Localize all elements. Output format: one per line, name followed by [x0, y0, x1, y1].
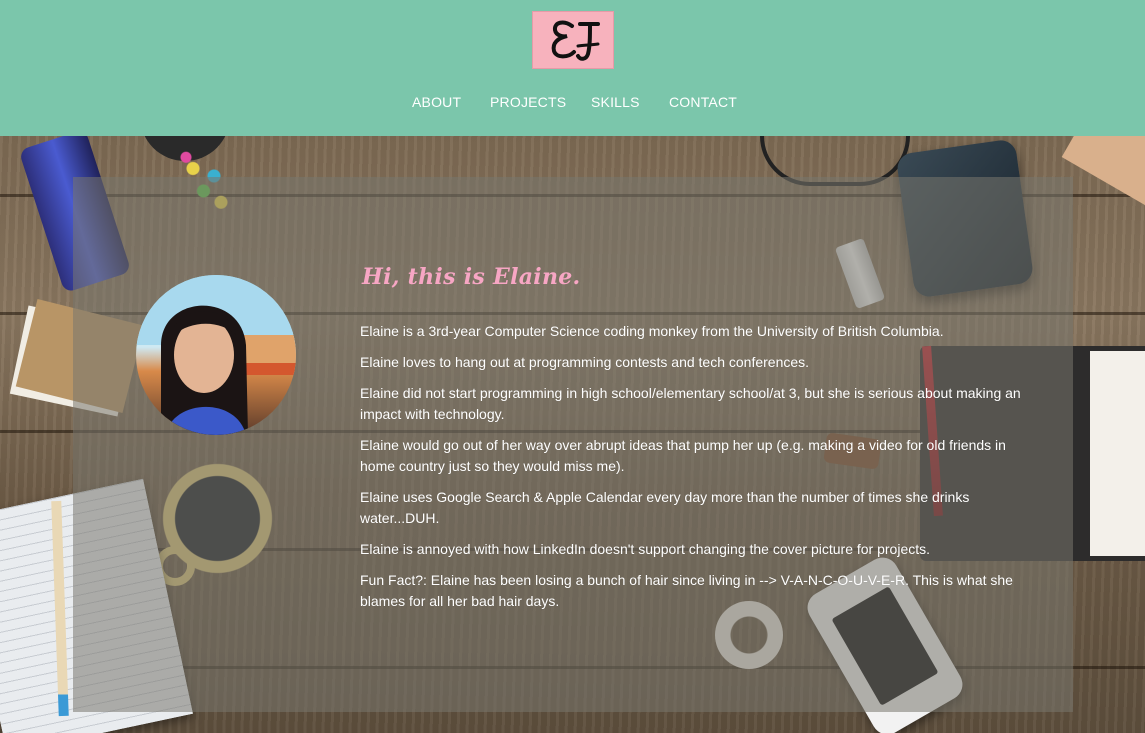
logo-icon [551, 20, 600, 61]
bio-paragraph: Elaine did not start programming in high… [360, 385, 1021, 422]
bio-paragraph: Elaine would go out of her way over abru… [360, 437, 1006, 474]
bio-paragraph: Elaine is a 3rd-year Computer Science co… [360, 323, 944, 339]
bio-paragraph: Elaine loves to hang out at programming … [360, 354, 810, 370]
profile-photo-illustration [136, 275, 296, 435]
main-nav: ABOUT PROJECTS SKILLS CONTACT [0, 94, 1145, 114]
bio-paragraph: Fun Fact?: Elaine has been losing a bunc… [360, 572, 1013, 609]
planner-page-image [1090, 351, 1145, 556]
bio-text: Elaine is a 3rd-year Computer Science co… [360, 321, 1040, 622]
nav-contact[interactable]: CONTACT [669, 94, 737, 110]
bio-paragraph: Elaine is annoyed with how LinkedIn does… [360, 541, 931, 557]
bio-paragraph: Elaine uses Google Search & Apple Calend… [360, 489, 970, 526]
nav-skills[interactable]: SKILLS [591, 94, 640, 110]
nav-projects[interactable]: PROJECTS [490, 94, 566, 110]
site-header: ABOUT PROJECTS SKILLS CONTACT [0, 0, 1145, 136]
case-image [1061, 136, 1145, 207]
logo[interactable] [518, 10, 628, 70]
nav-about[interactable]: ABOUT [412, 94, 461, 110]
greeting-heading: Hi, this is Elaine. [362, 264, 581, 290]
profile-photo [136, 275, 296, 435]
